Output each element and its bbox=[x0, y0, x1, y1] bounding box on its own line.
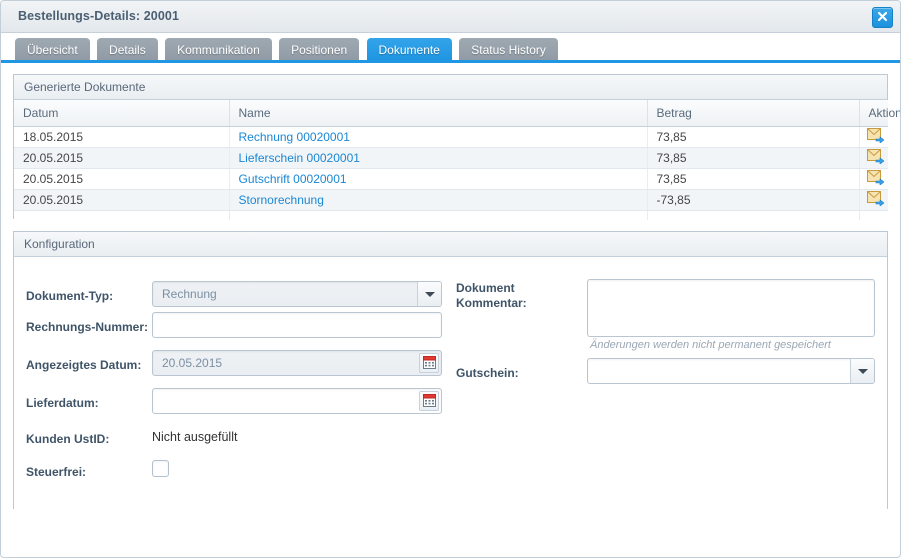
configuration-panel: Konfiguration Dokument-Typ: Rechnung Rec… bbox=[13, 231, 888, 510]
cell-datum: 18.05.2015 bbox=[14, 126, 230, 148]
cell-betrag: 73,85 bbox=[647, 126, 860, 148]
calendar-icon bbox=[422, 356, 436, 369]
cell-betrag: 73,85 bbox=[647, 168, 860, 190]
document-link[interactable]: Rechnung 00020001 bbox=[239, 130, 350, 144]
label-lieferdatum: Lieferdatum: bbox=[26, 396, 99, 410]
cell-name[interactable]: Gutschrift 00020001 bbox=[229, 168, 648, 190]
cell-aktion[interactable] bbox=[859, 147, 888, 169]
close-button[interactable] bbox=[872, 7, 893, 28]
table-row[interactable]: 20.05.2015 Stornorechnung -73,85 bbox=[14, 189, 888, 211]
tab-content-dokumente: Generierte Dokumente Datum Name Betrag A… bbox=[1, 63, 900, 556]
dokument-typ-select[interactable]: Rechnung bbox=[152, 281, 442, 307]
label-dokument-kommentar-line1: Dokument bbox=[456, 281, 515, 295]
tab-kommunikation[interactable]: Kommunikation bbox=[165, 38, 272, 63]
angezeigtes-datum-input[interactable]: 20.05.2015 bbox=[152, 350, 442, 376]
label-steuerfrei: Steuerfrei: bbox=[26, 465, 87, 479]
dokument-kommentar-hint: Änderungen werden nicht permanent gespei… bbox=[590, 339, 831, 351]
label-kunden-ustid: Kunden UstID: bbox=[26, 432, 110, 446]
close-icon bbox=[877, 11, 888, 22]
cell-betrag: -73,85 bbox=[647, 189, 860, 211]
generated-documents-panel: Generierte Dokumente Datum Name Betrag A… bbox=[13, 74, 900, 220]
table-filler-row bbox=[14, 210, 888, 220]
label-gutschein: Gutschein: bbox=[456, 366, 519, 380]
configuration-title: Konfiguration bbox=[14, 232, 887, 257]
chevron-down-icon[interactable] bbox=[417, 282, 441, 306]
cell-datum: 20.05.2015 bbox=[14, 168, 230, 190]
tab-uebersicht[interactable]: Übersicht bbox=[15, 38, 90, 63]
chevron-down-icon[interactable] bbox=[850, 359, 874, 383]
cell-aktion[interactable] bbox=[859, 126, 888, 148]
document-link[interactable]: Lieferschein 00020001 bbox=[239, 151, 360, 165]
kunden-ustid-value: Nicht ausgefüllt bbox=[152, 430, 238, 444]
gutschein-select[interactable] bbox=[587, 358, 875, 384]
documents-table: Datum Name Betrag Aktion 18.05.2015 Rech… bbox=[14, 100, 900, 220]
filler-cell bbox=[647, 210, 860, 220]
column-header-betrag[interactable]: Betrag bbox=[647, 100, 860, 127]
filler-cell bbox=[859, 210, 888, 220]
send-document-icon[interactable] bbox=[866, 127, 884, 144]
column-header-datum[interactable]: Datum bbox=[14, 100, 230, 127]
cell-name[interactable]: Rechnung 00020001 bbox=[229, 126, 648, 148]
table-row[interactable]: 18.05.2015 Rechnung 00020001 73,85 bbox=[14, 126, 888, 148]
angezeigtes-datum-value: 20.05.2015 bbox=[162, 356, 223, 370]
document-link[interactable]: Stornorechnung bbox=[239, 193, 324, 207]
tab-bar: Übersicht Details Kommunikation Position… bbox=[1, 33, 900, 63]
tab-details[interactable]: Details bbox=[97, 38, 158, 63]
cell-name[interactable]: Stornorechnung bbox=[229, 189, 648, 211]
configuration-body: Dokument-Typ: Rechnung Rechnungs-Nummer:… bbox=[14, 257, 887, 510]
column-header-aktion[interactable]: Aktion bbox=[859, 100, 900, 127]
rechnungs-nummer-input[interactable] bbox=[152, 312, 442, 338]
filler-cell bbox=[229, 210, 648, 220]
table-row[interactable]: 20.05.2015 Lieferschein 00020001 73,85 bbox=[14, 147, 888, 169]
label-angezeigtes-datum: Angezeigtes Datum: bbox=[26, 358, 142, 372]
send-document-icon[interactable] bbox=[866, 169, 884, 186]
generated-documents-title: Generierte Dokumente bbox=[14, 75, 887, 100]
send-document-icon[interactable] bbox=[866, 148, 884, 165]
column-header-name[interactable]: Name bbox=[229, 100, 648, 127]
calendar-button-angezeigtes-datum[interactable] bbox=[419, 353, 439, 373]
filler-cell bbox=[14, 210, 230, 220]
tab-positionen[interactable]: Positionen bbox=[279, 38, 360, 63]
order-details-window: Bestellungs-Details: 20001 Übersicht Det… bbox=[0, 0, 901, 558]
cell-betrag: 73,85 bbox=[647, 147, 860, 169]
cell-name[interactable]: Lieferschein 00020001 bbox=[229, 147, 648, 169]
dokument-typ-value: Rechnung bbox=[162, 287, 217, 301]
cell-aktion[interactable] bbox=[859, 189, 888, 211]
label-dokument-kommentar-line2: Kommentar: bbox=[456, 296, 527, 310]
window-titlebar: Bestellungs-Details: 20001 bbox=[1, 1, 900, 33]
cell-datum: 20.05.2015 bbox=[14, 147, 230, 169]
tab-dokumente[interactable]: Dokumente bbox=[366, 38, 452, 63]
label-dokument-typ: Dokument-Typ: bbox=[26, 289, 114, 303]
calendar-icon bbox=[422, 394, 436, 407]
tab-status-history[interactable]: Status History bbox=[459, 38, 558, 63]
table-row[interactable]: 20.05.2015 Gutschrift 00020001 73,85 bbox=[14, 168, 888, 190]
table-header-row: Datum Name Betrag Aktion bbox=[14, 100, 900, 127]
steuerfrei-checkbox[interactable] bbox=[152, 460, 169, 477]
dokument-kommentar-textarea[interactable] bbox=[587, 279, 875, 337]
send-document-icon[interactable] bbox=[866, 190, 884, 207]
window-title: Bestellungs-Details: 20001 bbox=[18, 9, 179, 23]
lieferdatum-input[interactable] bbox=[152, 388, 442, 414]
label-rechnungs-nummer: Rechnungs-Nummer: bbox=[26, 320, 149, 334]
cell-datum: 20.05.2015 bbox=[14, 189, 230, 211]
document-link[interactable]: Gutschrift 00020001 bbox=[239, 172, 347, 186]
calendar-button-lieferdatum[interactable] bbox=[419, 391, 439, 411]
cell-aktion[interactable] bbox=[859, 168, 888, 190]
